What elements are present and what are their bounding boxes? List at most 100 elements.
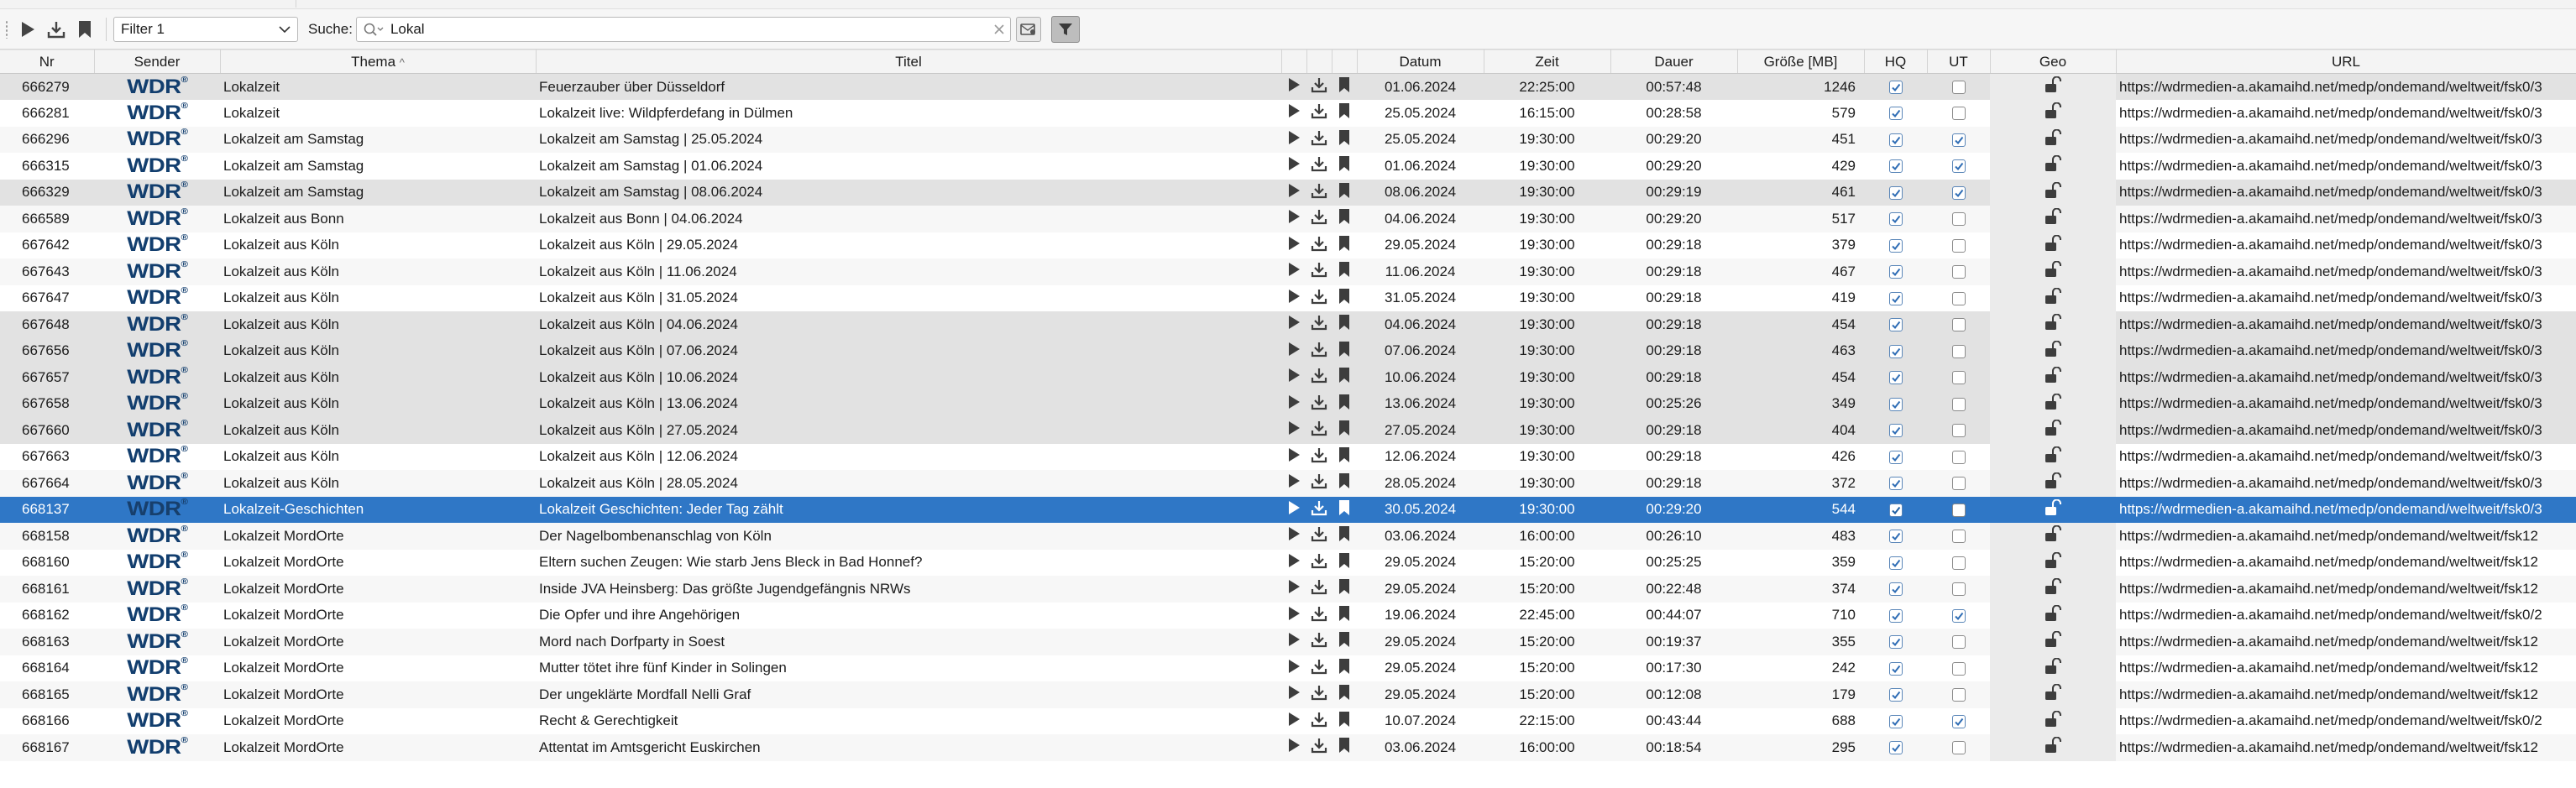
- play-icon[interactable]: [1287, 420, 1301, 436]
- download-button[interactable]: [44, 17, 69, 42]
- cell-download[interactable]: [1306, 179, 1332, 206]
- cell-download[interactable]: [1306, 390, 1332, 417]
- cell-download[interactable]: [1306, 232, 1332, 259]
- table-row[interactable]: 667647 WDR® Lokalzeit aus Köln Lokalzeit…: [0, 284, 2576, 312]
- cell-download[interactable]: [1306, 364, 1332, 391]
- table-row[interactable]: 668165 WDR® Lokalzeit MordOrte Der ungek…: [0, 681, 2576, 708]
- cell-bookmark[interactable]: [1332, 337, 1357, 364]
- bookmark-icon[interactable]: [1338, 711, 1350, 728]
- bookmark-icon[interactable]: [1338, 684, 1350, 701]
- play-icon[interactable]: [1287, 183, 1301, 198]
- filter-select[interactable]: Filter 1: [113, 16, 298, 42]
- cell-bookmark[interactable]: [1332, 390, 1357, 417]
- col-header-hq[interactable]: HQ: [1864, 50, 1928, 74]
- cell-bookmark[interactable]: [1332, 417, 1357, 444]
- download-icon[interactable]: [1311, 552, 1327, 569]
- bookmark-button[interactable]: [72, 17, 97, 42]
- bookmark-icon[interactable]: [1338, 578, 1350, 595]
- download-icon[interactable]: [1311, 341, 1327, 357]
- col-header-download[interactable]: [1306, 50, 1333, 74]
- bookmark-icon[interactable]: [1338, 261, 1350, 278]
- table-row[interactable]: 667643 WDR® Lokalzeit aus Köln Lokalzeit…: [0, 258, 2576, 285]
- cell-bookmark[interactable]: [1332, 232, 1357, 259]
- table-row[interactable]: 667658 WDR® Lokalzeit aus Köln Lokalzeit…: [0, 390, 2576, 417]
- cell-bookmark[interactable]: [1332, 629, 1357, 655]
- cell-bookmark[interactable]: [1332, 126, 1357, 153]
- bookmark-icon[interactable]: [1338, 341, 1350, 357]
- download-icon[interactable]: [1311, 155, 1327, 172]
- download-icon[interactable]: [1311, 605, 1327, 622]
- cell-download[interactable]: [1306, 258, 1332, 285]
- cell-play[interactable]: [1281, 285, 1306, 312]
- cell-download[interactable]: [1306, 126, 1332, 153]
- cell-play[interactable]: [1281, 153, 1306, 180]
- table-row[interactable]: 667660 WDR® Lokalzeit aus Köln Lokalzeit…: [0, 417, 2576, 444]
- cell-download[interactable]: [1306, 153, 1332, 180]
- play-icon[interactable]: [1287, 685, 1301, 700]
- cell-bookmark[interactable]: [1332, 179, 1357, 206]
- bookmark-icon[interactable]: [1338, 499, 1350, 516]
- cell-url[interactable]: https://wdrmedien-a.akamaihd.net/medp/on…: [2116, 550, 2576, 577]
- download-icon[interactable]: [1311, 394, 1327, 410]
- cell-download[interactable]: [1306, 311, 1332, 338]
- cell-play[interactable]: [1281, 100, 1306, 127]
- cell-play[interactable]: [1281, 444, 1306, 471]
- table-row[interactable]: 666296 WDR® Lokalzeit am Samstag Lokalze…: [0, 126, 2576, 153]
- col-header-dauer[interactable]: Dauer: [1610, 50, 1738, 74]
- cell-play[interactable]: [1281, 708, 1306, 735]
- cell-bookmark[interactable]: [1332, 523, 1357, 550]
- cell-download[interactable]: [1306, 576, 1332, 603]
- cell-bookmark[interactable]: [1332, 496, 1357, 523]
- cell-play[interactable]: [1281, 232, 1306, 259]
- play-icon[interactable]: [1287, 209, 1301, 224]
- play-icon[interactable]: [1287, 342, 1301, 357]
- cell-url[interactable]: https://wdrmedien-a.akamaihd.net/medp/on…: [2116, 655, 2576, 682]
- table-row[interactable]: 666329 WDR® Lokalzeit am Samstag Lokalze…: [0, 179, 2576, 206]
- cell-url[interactable]: https://wdrmedien-a.akamaihd.net/medp/on…: [2116, 153, 2576, 180]
- cell-play[interactable]: [1281, 523, 1306, 550]
- play-icon[interactable]: [1287, 262, 1301, 277]
- table-row[interactable]: 668137 WDR® Lokalzeit-Geschichten Lokalz…: [0, 496, 2576, 523]
- play-icon[interactable]: [1287, 447, 1301, 462]
- cell-play[interactable]: [1281, 390, 1306, 417]
- bookmark-icon[interactable]: [1338, 525, 1350, 542]
- cell-play[interactable]: [1281, 603, 1306, 629]
- download-icon[interactable]: [1311, 446, 1327, 463]
- cell-url[interactable]: https://wdrmedien-a.akamaihd.net/medp/on…: [2116, 576, 2576, 603]
- download-icon[interactable]: [1311, 525, 1327, 542]
- play-icon[interactable]: [1287, 156, 1301, 171]
- bookmark-icon[interactable]: [1338, 102, 1350, 119]
- play-icon[interactable]: [1287, 553, 1301, 568]
- play-icon[interactable]: [1287, 473, 1301, 488]
- play-icon[interactable]: [1287, 659, 1301, 674]
- cell-bookmark[interactable]: [1332, 681, 1357, 708]
- cell-download[interactable]: [1306, 708, 1332, 735]
- download-icon[interactable]: [1311, 472, 1327, 489]
- cell-download[interactable]: [1306, 444, 1332, 471]
- cell-download[interactable]: [1306, 655, 1332, 682]
- col-header-datum[interactable]: Datum: [1357, 50, 1484, 74]
- download-icon[interactable]: [1311, 314, 1327, 331]
- play-icon[interactable]: [1287, 394, 1301, 410]
- search-input[interactable]: [388, 19, 993, 39]
- cell-url[interactable]: https://wdrmedien-a.akamaihd.net/medp/on…: [2116, 417, 2576, 444]
- cell-url[interactable]: https://wdrmedien-a.akamaihd.net/medp/on…: [2116, 311, 2576, 338]
- table-row[interactable]: 667663 WDR® Lokalzeit aus Köln Lokalzeit…: [0, 443, 2576, 471]
- play-button[interactable]: [15, 17, 40, 42]
- bookmark-icon[interactable]: [1338, 314, 1350, 331]
- cell-url[interactable]: https://wdrmedien-a.akamaihd.net/medp/on…: [2116, 470, 2576, 497]
- cell-url[interactable]: https://wdrmedien-a.akamaihd.net/medp/on…: [2116, 444, 2576, 471]
- cell-url[interactable]: https://wdrmedien-a.akamaihd.net/medp/on…: [2116, 364, 2576, 391]
- cell-bookmark[interactable]: [1332, 470, 1357, 497]
- cell-play[interactable]: [1281, 179, 1306, 206]
- cell-bookmark[interactable]: [1332, 576, 1357, 603]
- table-row[interactable]: 666589 WDR® Lokalzeit aus Bonn Lokalzeit…: [0, 206, 2576, 232]
- cell-play[interactable]: [1281, 364, 1306, 391]
- cell-download[interactable]: [1306, 496, 1332, 523]
- play-icon[interactable]: [1287, 606, 1301, 621]
- cell-url[interactable]: https://wdrmedien-a.akamaihd.net/medp/on…: [2116, 73, 2576, 100]
- cell-url[interactable]: https://wdrmedien-a.akamaihd.net/medp/on…: [2116, 603, 2576, 629]
- play-icon[interactable]: [1287, 579, 1301, 594]
- cell-download[interactable]: [1306, 206, 1332, 232]
- cell-bookmark[interactable]: [1332, 364, 1357, 391]
